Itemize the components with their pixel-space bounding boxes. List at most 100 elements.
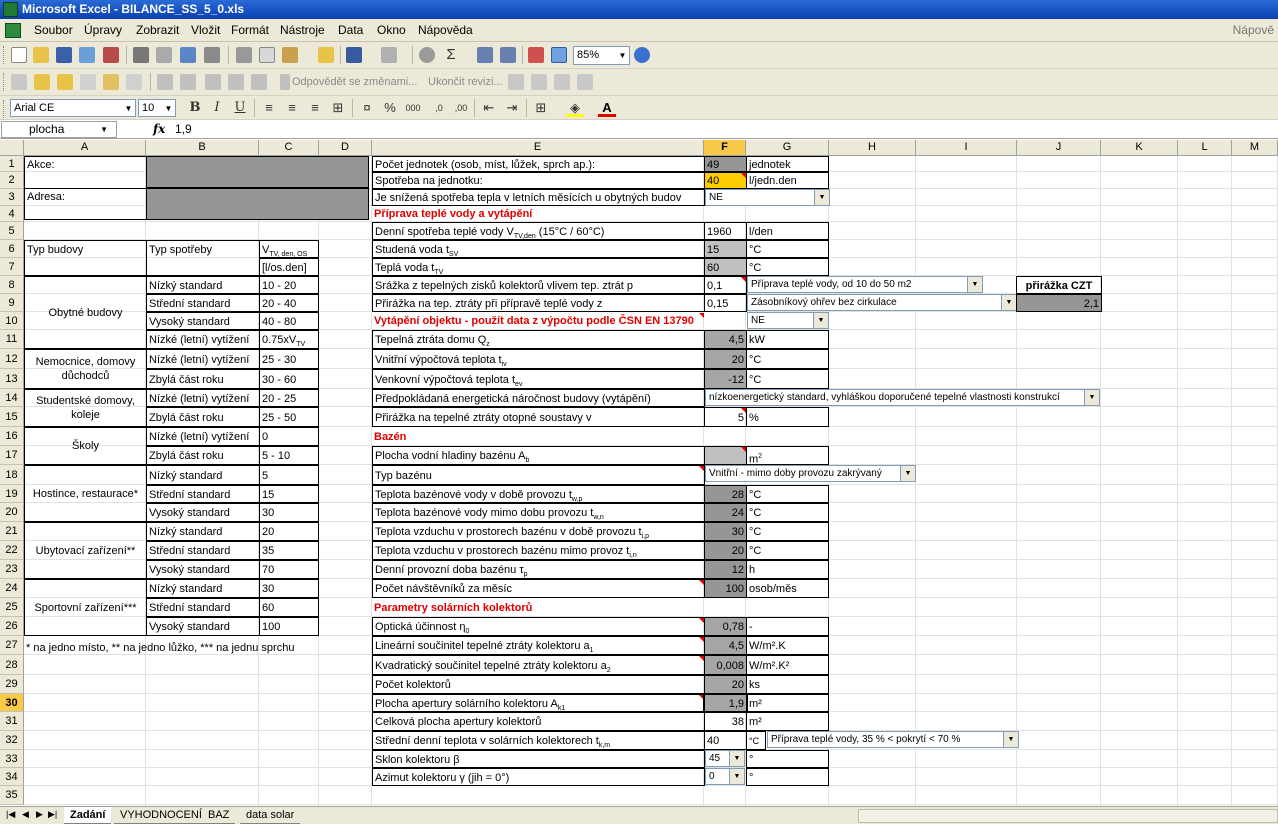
email-icon[interactable] [103,47,119,63]
value-r31[interactable]: 38 [704,712,747,731]
unit-r2[interactable]: l/jedn.den [746,172,829,189]
unit-r19[interactable]: °C [746,485,829,503]
label-r8[interactable]: Teplá voda tTV [372,258,705,276]
value-cell[interactable]: 5 - 10 [259,446,319,465]
row-header[interactable]: 25 [0,598,24,617]
value-r15[interactable]: 5 [704,407,747,427]
formula-input[interactable]: 1,9 [175,122,192,136]
row-header[interactable]: 18 [0,465,24,485]
menu-okno[interactable]: Okno [377,23,406,37]
label-r2[interactable]: Spotřeba na jednotku: [372,172,705,189]
row-header[interactable]: 24 [0,579,24,598]
label-r30[interactable]: Plocha apertury solárního kolektoru Ak1 [372,694,705,712]
unit-r15[interactable]: % [746,407,829,427]
type-cell[interactable]: Vysoký standard [146,503,260,522]
value-r8[interactable]: 60 [704,258,747,276]
column-header-m[interactable]: M [1232,140,1278,156]
row-header[interactable]: 31 [0,712,24,731]
menu-soubor[interactable]: Soubor [34,23,73,37]
type-cell[interactable]: Zbylá část roku [146,446,260,465]
delete-comment-icon[interactable] [126,74,142,90]
folder-icon[interactable] [34,74,50,90]
label-r1[interactable]: Počet jednotek (osob, míst, lůžek, sprch… [372,156,705,172]
row-header[interactable]: 6 [0,240,24,258]
format-painter-icon[interactable] [318,47,334,63]
value-cell[interactable]: 25 - 30 [259,349,319,369]
row-header[interactable]: 23 [0,560,24,579]
group-cell[interactable]: Obytné budovy [24,276,147,349]
azimut-select[interactable]: 0 ▼ [705,768,745,785]
row-header[interactable]: 7 [0,258,24,276]
print-icon[interactable] [133,47,149,63]
row-header[interactable]: 15 [0,407,24,427]
show-comment-icon[interactable] [157,74,173,90]
horizontal-scrollbar[interactable] [858,809,1278,823]
row-header[interactable]: 11 [0,330,24,349]
value-cell[interactable]: 0.75xVTV [259,330,319,349]
label-r7[interactable]: Studená voda tSV [372,240,705,258]
value-r32[interactable]: 40 [704,731,747,750]
value-r1[interactable]: 49 [704,156,747,172]
unit-r11[interactable]: kW [746,330,829,349]
unit-r22[interactable]: °C [746,541,829,560]
unit-r20[interactable]: °C [746,503,829,522]
value-r11[interactable]: 4,5 [704,330,747,349]
label-r10[interactable]: Přirážka na tep. ztráty při přípravě tep… [372,294,705,312]
show-all-comments-icon[interactable] [180,74,196,90]
czt-value[interactable]: 2,1 [1016,294,1102,312]
save-icon[interactable] [56,47,72,63]
value-r23[interactable]: 12 [704,560,747,579]
type-cell[interactable]: Střední standard [146,598,260,617]
value-r7[interactable]: 15 [704,240,747,258]
label-r12[interactable]: Vnitřní výpočtová teplota tiv [372,349,705,369]
value-r20[interactable]: 24 [704,503,747,522]
adresa-cell[interactable]: Adresa: [24,188,147,220]
underline-icon[interactable]: U [231,99,249,117]
value-cell[interactable]: 10 - 20 [259,276,319,294]
value-r19[interactable]: 28 [704,485,747,503]
unit-r13[interactable]: °C [746,369,829,389]
value-cell[interactable]: 25 - 50 [259,407,319,427]
hyperlink-icon[interactable] [419,47,435,63]
font-color-icon[interactable]: A [598,99,616,117]
tab-data-solar[interactable]: data solar [240,807,301,824]
value-r13[interactable]: -12 [704,369,747,389]
new-comment-icon[interactable] [80,74,96,90]
select-all-corner[interactable] [0,140,24,156]
unit-r21[interactable]: °C [746,522,829,541]
row-header[interactable]: 32 [0,731,24,750]
unit-r8[interactable]: °C [746,258,829,276]
prev-sheet-icon[interactable]: ◀ [22,809,29,820]
value-r2[interactable]: 40 [704,172,747,189]
value-r30[interactable]: 1,9 [704,694,747,712]
value-r6[interactable]: 1960 [704,222,747,240]
cut-icon[interactable] [236,47,252,63]
value-r27[interactable]: 4,5 [704,636,747,655]
unit-r17[interactable]: m2 [746,446,829,465]
label-r6[interactable]: Denní spotřeba teplé vody VTV,den (15°C … [372,222,705,240]
autosum-icon[interactable]: Σ [442,46,460,64]
column-header-c[interactable]: C [259,140,319,156]
unit-r6[interactable]: l/den [746,222,829,240]
unit-r32[interactable]: °C [746,731,766,750]
end-review-button[interactable]: Ukončit revizi... [426,74,505,91]
chart-wizard-icon[interactable] [528,47,544,63]
type-cell[interactable]: Zbylá část roku [146,369,260,389]
align-right-icon[interactable]: ≡ [306,99,324,117]
column-header-b[interactable]: B [146,140,259,156]
value-r28[interactable]: 0,008 [704,655,747,675]
column-header-l[interactable]: L [1178,140,1232,156]
print-preview-icon[interactable] [156,47,172,63]
unit-r33[interactable]: ° [746,750,829,768]
type-cell[interactable]: Nízký standard [146,465,260,485]
type-cell[interactable]: Nízký standard [146,522,260,541]
value-cell[interactable]: 20 - 40 [259,294,319,312]
value-r26[interactable]: 0,78 [704,617,747,636]
label-r24[interactable]: Počet návštěvníků za měsíc [372,579,705,598]
italic-icon[interactable]: I [208,99,226,117]
value-cell[interactable]: 20 [259,522,319,541]
adresa-value-cell[interactable] [146,188,369,220]
type-cell[interactable]: Střední standard [146,541,260,560]
research-icon[interactable] [204,47,220,63]
value-cell[interactable]: 30 - 60 [259,369,319,389]
